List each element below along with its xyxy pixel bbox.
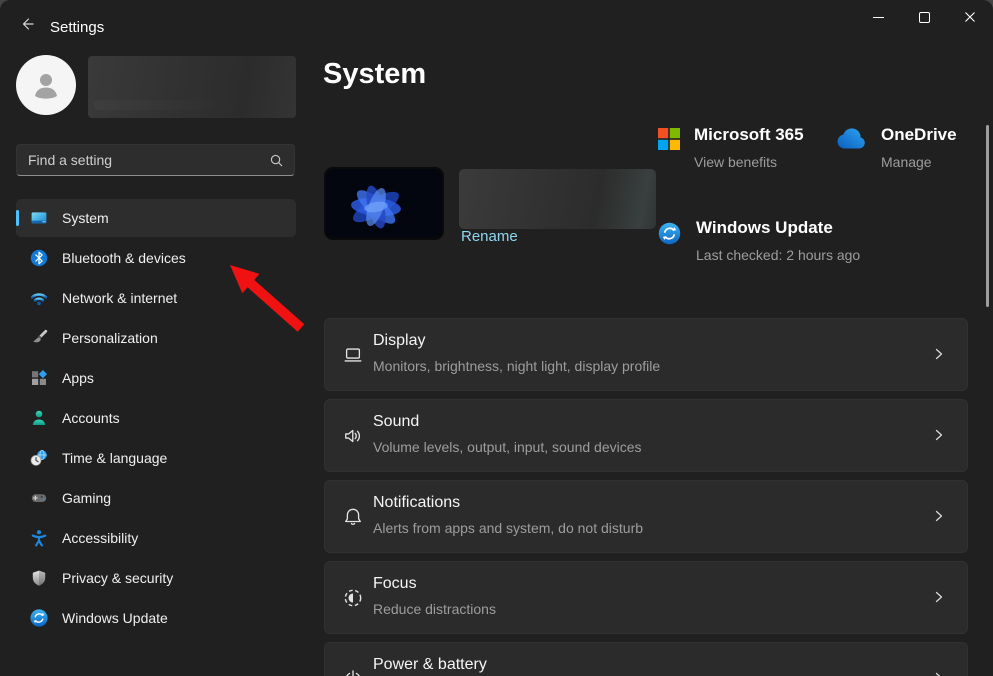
personalization-icon — [29, 328, 49, 348]
search-box — [16, 144, 295, 176]
search-icon[interactable] — [269, 153, 284, 168]
shield-icon — [29, 568, 49, 588]
card-title: Display — [373, 332, 425, 350]
card-subtitle: Monitors, brightness, night light, displ… — [373, 358, 660, 374]
sidebar-item-label: Time & language — [62, 450, 167, 466]
windows-update-icon — [657, 221, 682, 266]
sidebar-item-windows-update[interactable]: Windows Update — [16, 599, 296, 637]
card-subtitle: Reduce distractions — [373, 601, 496, 617]
microsoft-365-icon — [658, 128, 680, 173]
scrollbar-thumb[interactable] — [986, 125, 989, 307]
back-button[interactable] — [12, 10, 42, 38]
sidebar-item-label: Accounts — [62, 410, 120, 426]
windows-update-icon — [29, 608, 49, 628]
card-subtitle: Volume levels, output, input, sound devi… — [373, 439, 642, 455]
promo-subtitle[interactable]: View benefits — [694, 152, 804, 173]
sidebar-item-label: System — [62, 210, 109, 226]
avatar[interactable] — [16, 55, 76, 115]
sidebar-item-network-internet[interactable]: Network & internet — [16, 279, 296, 317]
gaming-icon — [29, 488, 49, 508]
sidebar-nav: System Bluetooth & devices — [16, 199, 296, 639]
maximize-button[interactable] — [901, 0, 947, 34]
sidebar-item-bluetooth-devices[interactable]: Bluetooth & devices — [16, 239, 296, 277]
chevron-right-icon — [931, 508, 947, 524]
user-icon — [29, 68, 63, 102]
page-title: System — [323, 58, 426, 91]
focus-icon — [342, 587, 364, 609]
selected-indicator — [16, 210, 19, 226]
settings-card-focus[interactable]: Focus Reduce distractions — [324, 561, 968, 634]
sidebar-item-label: Privacy & security — [62, 570, 173, 586]
rename-link[interactable]: Rename — [461, 228, 518, 245]
card-title: Power & battery — [373, 656, 487, 674]
chevron-right-icon — [931, 670, 947, 676]
card-title: Focus — [373, 575, 417, 593]
settings-card-power-battery[interactable]: Power & battery — [324, 642, 968, 676]
promo-onedrive[interactable]: OneDrive Manage — [833, 125, 957, 173]
close-button[interactable] — [947, 0, 993, 34]
sidebar-item-apps[interactable]: Apps — [16, 359, 296, 397]
sidebar-item-personalization[interactable]: Personalization — [16, 319, 296, 357]
sidebar-item-time-language[interactable]: Time & language — [16, 439, 296, 477]
chevron-right-icon — [931, 346, 947, 362]
network-icon — [29, 288, 49, 308]
promo-title: OneDrive — [881, 125, 957, 145]
bluetooth-icon — [29, 248, 49, 268]
device-wallpaper-thumbnail — [324, 167, 444, 240]
accounts-icon — [29, 408, 49, 428]
time-language-icon — [29, 448, 49, 468]
window-title: Settings — [50, 19, 104, 36]
sound-icon — [342, 425, 364, 447]
settings-card-sound[interactable]: Sound Volume levels, output, input, soun… — [324, 399, 968, 472]
sidebar-item-system[interactable]: System — [16, 199, 296, 237]
sidebar-item-label: Gaming — [62, 490, 111, 506]
sidebar-item-label: Windows Update — [62, 610, 168, 626]
back-arrow-icon — [19, 16, 35, 32]
search-input[interactable] — [17, 152, 269, 168]
notifications-icon — [342, 506, 364, 528]
chevron-right-icon — [931, 589, 947, 605]
device-name-redacted — [459, 169, 656, 229]
card-subtitle: Alerts from apps and system, do not dist… — [373, 520, 643, 536]
sidebar-item-accessibility[interactable]: Accessibility — [16, 519, 296, 557]
card-title: Notifications — [373, 494, 460, 512]
minimize-button[interactable] — [855, 0, 901, 34]
promo-windows-update[interactable]: Windows Update Last checked: 2 hours ago — [657, 218, 868, 266]
promo-subtitle[interactable]: Manage — [881, 152, 957, 173]
sidebar-item-label: Bluetooth & devices — [62, 250, 186, 266]
onedrive-icon — [833, 128, 867, 173]
promo-title: Microsoft 365 — [694, 125, 804, 145]
power-icon — [342, 668, 364, 676]
maximize-icon — [919, 12, 930, 23]
settings-card-display[interactable]: Display Monitors, brightness, night ligh… — [324, 318, 968, 391]
sidebar-item-label: Accessibility — [62, 530, 138, 546]
close-icon — [964, 11, 976, 23]
window-controls — [855, 0, 993, 34]
sidebar-item-label: Personalization — [62, 330, 158, 346]
settings-window: Settings — [0, 0, 993, 676]
sidebar-item-accounts[interactable]: Accounts — [16, 399, 296, 437]
settings-card-notifications[interactable]: Notifications Alerts from apps and syste… — [324, 480, 968, 553]
apps-icon — [29, 368, 49, 388]
sidebar-item-label: Network & internet — [62, 290, 177, 306]
accessibility-icon — [29, 528, 49, 548]
sidebar-item-gaming[interactable]: Gaming — [16, 479, 296, 517]
minimize-icon — [873, 17, 884, 18]
promo-subtitle: Last checked: 2 hours ago — [696, 245, 868, 266]
promo-title: Windows Update — [696, 218, 868, 238]
system-icon — [29, 208, 49, 228]
display-icon — [342, 344, 364, 366]
chevron-right-icon — [931, 427, 947, 443]
sidebar-item-privacy-security[interactable]: Privacy & security — [16, 559, 296, 597]
sidebar-item-label: Apps — [62, 370, 94, 386]
card-title: Sound — [373, 413, 419, 431]
promo-microsoft-365[interactable]: Microsoft 365 View benefits — [658, 125, 804, 173]
user-name-redacted — [88, 56, 296, 118]
